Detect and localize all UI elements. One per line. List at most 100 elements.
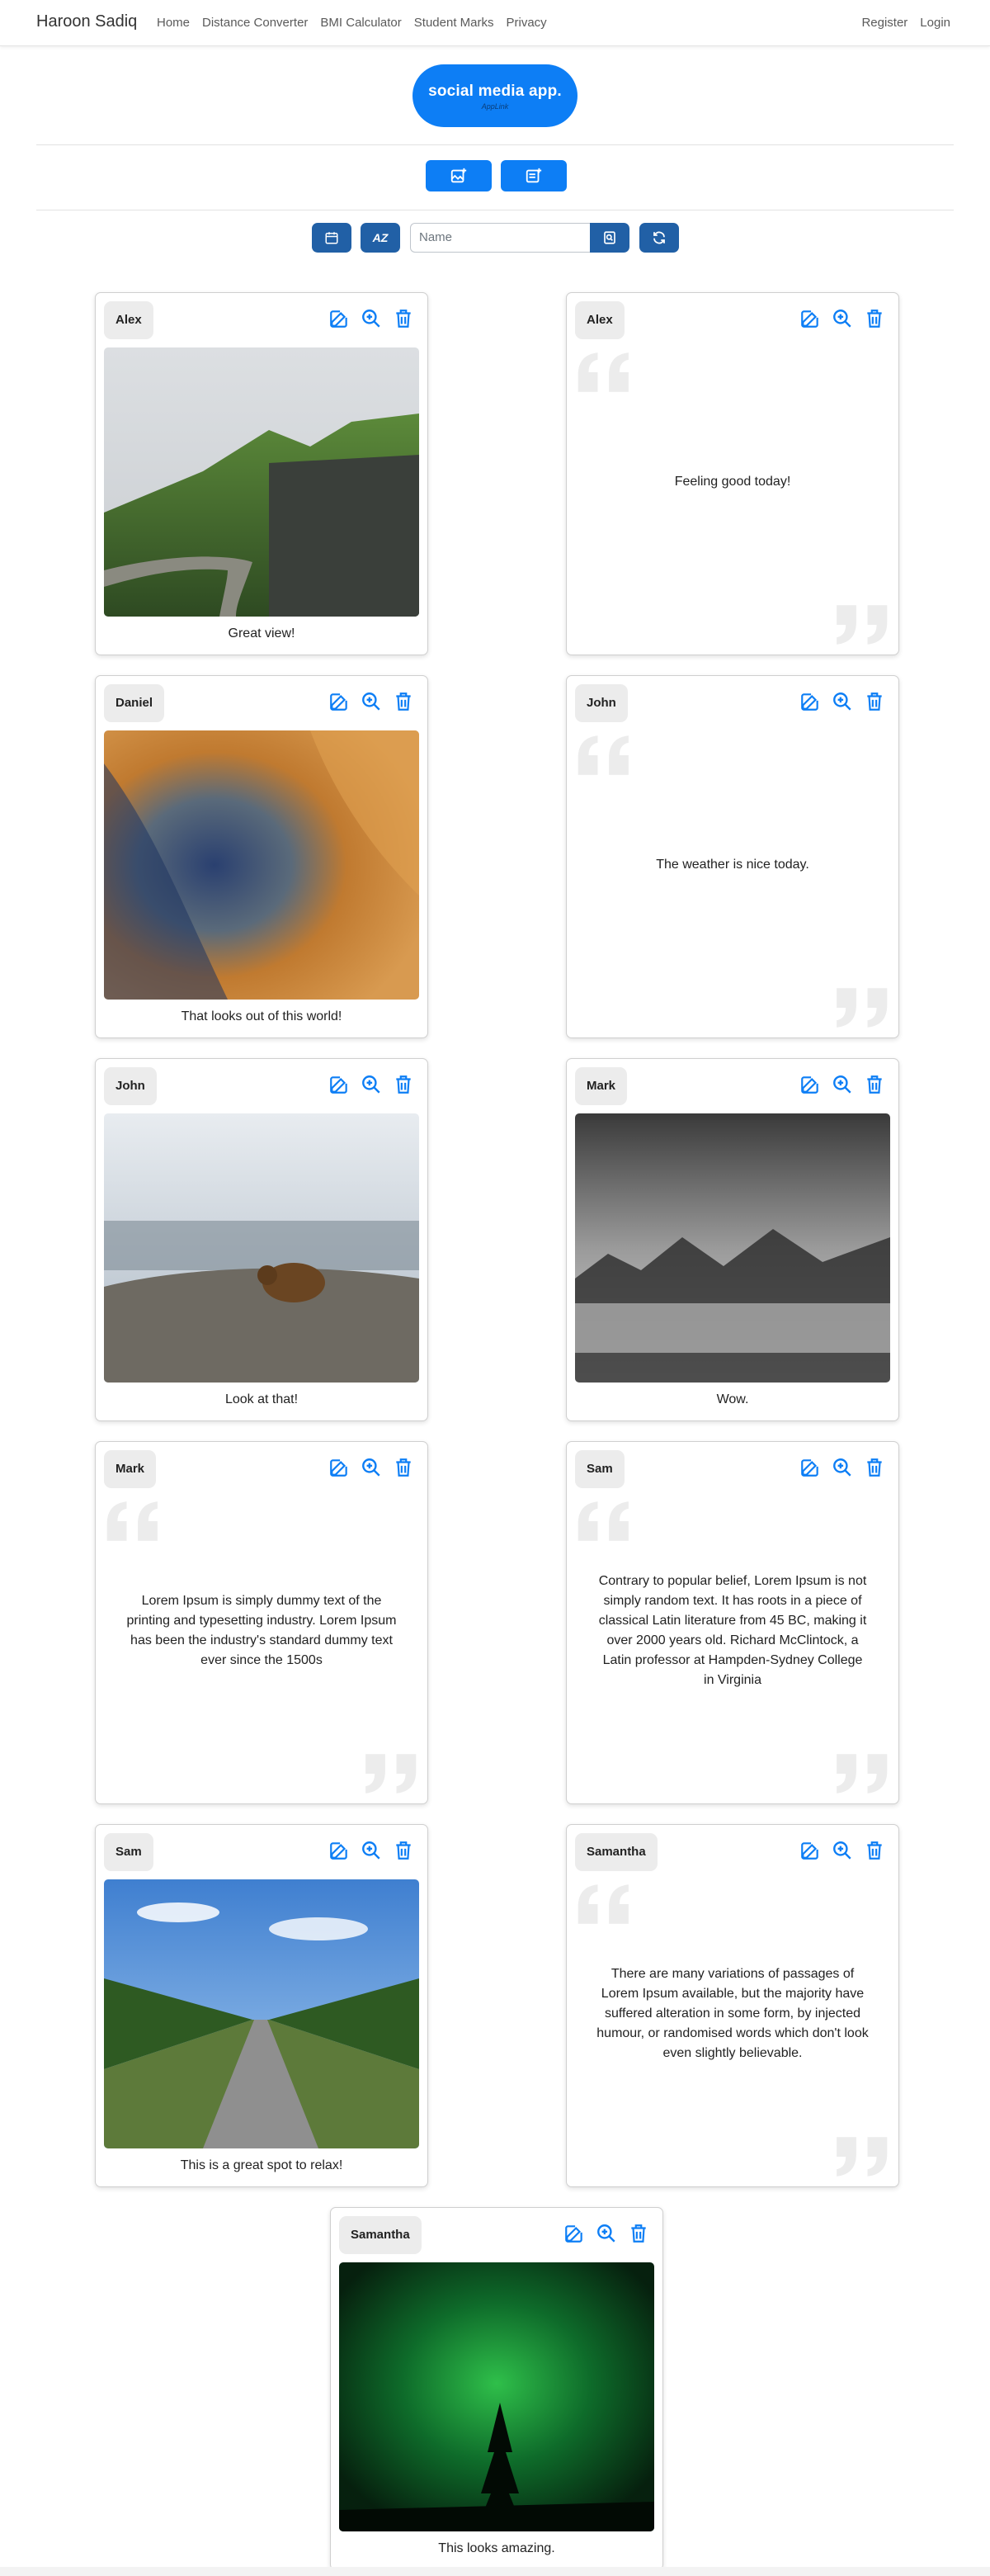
nav-link-bmi-calculator[interactable]: BMI Calculator — [320, 16, 401, 30]
post-image[interactable] — [575, 1113, 890, 1383]
quote-close-icon — [832, 1752, 889, 1795]
trash-icon[interactable] — [628, 2223, 649, 2244]
login-link[interactable]: Login — [920, 16, 950, 30]
trash-icon[interactable] — [864, 691, 885, 712]
register-link[interactable]: Register — [861, 16, 908, 30]
zoom-in-icon[interactable] — [832, 308, 853, 329]
calendar-icon — [325, 232, 338, 244]
post-author: Daniel — [104, 684, 165, 722]
refresh-icon — [653, 231, 665, 244]
post-image[interactable] — [104, 1879, 419, 2148]
post-actions — [799, 308, 885, 329]
sort-by-date-button[interactable] — [312, 223, 351, 253]
post-author: Mark — [575, 1067, 628, 1105]
page-footer — [0, 2567, 990, 2576]
zoom-in-icon[interactable] — [361, 691, 382, 712]
edit-icon[interactable] — [799, 691, 821, 712]
trash-icon[interactable] — [864, 1074, 885, 1095]
post-card: Alex Great view! — [95, 292, 428, 655]
edit-icon[interactable] — [328, 691, 350, 712]
post-caption: That looks out of this world! — [181, 1009, 342, 1023]
zoom-in-icon[interactable] — [832, 1457, 853, 1478]
post-image[interactable] — [104, 730, 419, 1000]
post-card: Sam This is a great spot to relax! — [95, 1824, 428, 2187]
post-caption: Look at that! — [224, 1392, 299, 1406]
edit-icon[interactable] — [328, 308, 350, 329]
post-author: Alex — [575, 301, 625, 339]
zoom-in-icon[interactable] — [361, 1457, 382, 1478]
post-card: Samantha There are many variations of pa… — [566, 1824, 899, 2187]
trash-icon[interactable] — [864, 308, 885, 329]
brand-link[interactable]: Haroon Sadiq — [36, 12, 137, 31]
post-add-icon — [526, 168, 542, 183]
post-caption: This is a great spot to relax! — [180, 2158, 343, 2172]
nav-links: Home Distance Converter BMI Calculator S… — [157, 16, 547, 30]
edit-icon[interactable] — [799, 1840, 821, 1861]
post-text: Feeling good today! — [674, 475, 791, 489]
add-text-post-button[interactable] — [501, 160, 567, 191]
image-plus-icon — [450, 168, 467, 183]
refresh-button[interactable] — [639, 223, 679, 253]
edit-icon[interactable] — [799, 1074, 821, 1095]
nav-link-privacy[interactable]: Privacy — [507, 16, 547, 30]
zoom-in-icon[interactable] — [361, 1074, 382, 1095]
sort-alpha-button[interactable]: AZ — [361, 223, 400, 253]
zoom-in-icon[interactable] — [596, 2223, 617, 2244]
post-image[interactable] — [104, 1113, 419, 1383]
post-actions — [328, 1457, 414, 1478]
search-input[interactable]: Name — [410, 223, 590, 253]
trash-icon[interactable] — [393, 1074, 414, 1095]
post-image[interactable] — [339, 2262, 654, 2531]
search-button[interactable] — [590, 223, 629, 253]
zoom-in-icon[interactable] — [832, 691, 853, 712]
post-author: John — [575, 684, 628, 722]
trash-icon[interactable] — [393, 1457, 414, 1478]
post-actions — [799, 691, 885, 712]
trash-icon[interactable] — [864, 1457, 885, 1478]
nav-link-student-marks[interactable]: Student Marks — [414, 16, 494, 30]
nav-auth: Register Login — [861, 16, 950, 30]
post-actions — [563, 2223, 649, 2244]
logo-subtitle: AppLink — [481, 102, 509, 111]
app-logo: social media app. AppLink — [412, 64, 578, 127]
edit-icon[interactable] — [328, 1840, 350, 1861]
edit-icon[interactable] — [328, 1457, 350, 1478]
post-text: There are many variations of passages of… — [596, 1967, 869, 2060]
trash-icon[interactable] — [393, 308, 414, 329]
trash-icon[interactable] — [393, 691, 414, 712]
post-actions — [799, 1457, 885, 1478]
edit-icon[interactable] — [799, 308, 821, 329]
post-author: Samantha — [339, 2216, 422, 2254]
edit-icon[interactable] — [563, 2223, 585, 2244]
post-card: Mark Wow. — [566, 1058, 899, 1421]
zoom-in-icon[interactable] — [832, 1074, 853, 1095]
search-icon — [604, 231, 615, 244]
post-card: Daniel That looks out of this world! — [95, 675, 428, 1038]
post-author: Mark — [104, 1450, 157, 1488]
post-author: John — [104, 1067, 157, 1105]
add-image-post-button[interactable] — [426, 160, 492, 191]
post-text: The weather is nice today. — [656, 858, 809, 872]
zoom-in-icon[interactable] — [361, 308, 382, 329]
post-card: Sam Contrary to popular belief, Lorem Ip… — [566, 1441, 899, 1804]
post-author: Sam — [104, 1833, 153, 1871]
nav-link-distance-converter[interactable]: Distance Converter — [202, 16, 308, 30]
post-actions — [799, 1840, 885, 1861]
edit-icon[interactable] — [799, 1457, 821, 1478]
trash-icon[interactable] — [393, 1840, 414, 1861]
nav-link-home[interactable]: Home — [157, 16, 190, 30]
logo-title: social media app. — [428, 83, 562, 100]
post-author: Alex — [104, 301, 153, 339]
post-caption: Great view! — [228, 626, 295, 640]
quote-close-icon — [832, 2135, 889, 2178]
trash-icon[interactable] — [864, 1840, 885, 1861]
post-image[interactable] — [104, 347, 419, 617]
post-actions — [328, 1074, 414, 1095]
edit-icon[interactable] — [328, 1074, 350, 1095]
quote-close-icon — [832, 986, 889, 1029]
zoom-in-icon[interactable] — [361, 1840, 382, 1861]
post-text: Lorem Ipsum is simply dummy text of the … — [126, 1594, 397, 1667]
zoom-in-icon[interactable] — [832, 1840, 853, 1861]
post-card: John The weather is nice today. — [566, 675, 899, 1038]
divider — [36, 144, 954, 145]
